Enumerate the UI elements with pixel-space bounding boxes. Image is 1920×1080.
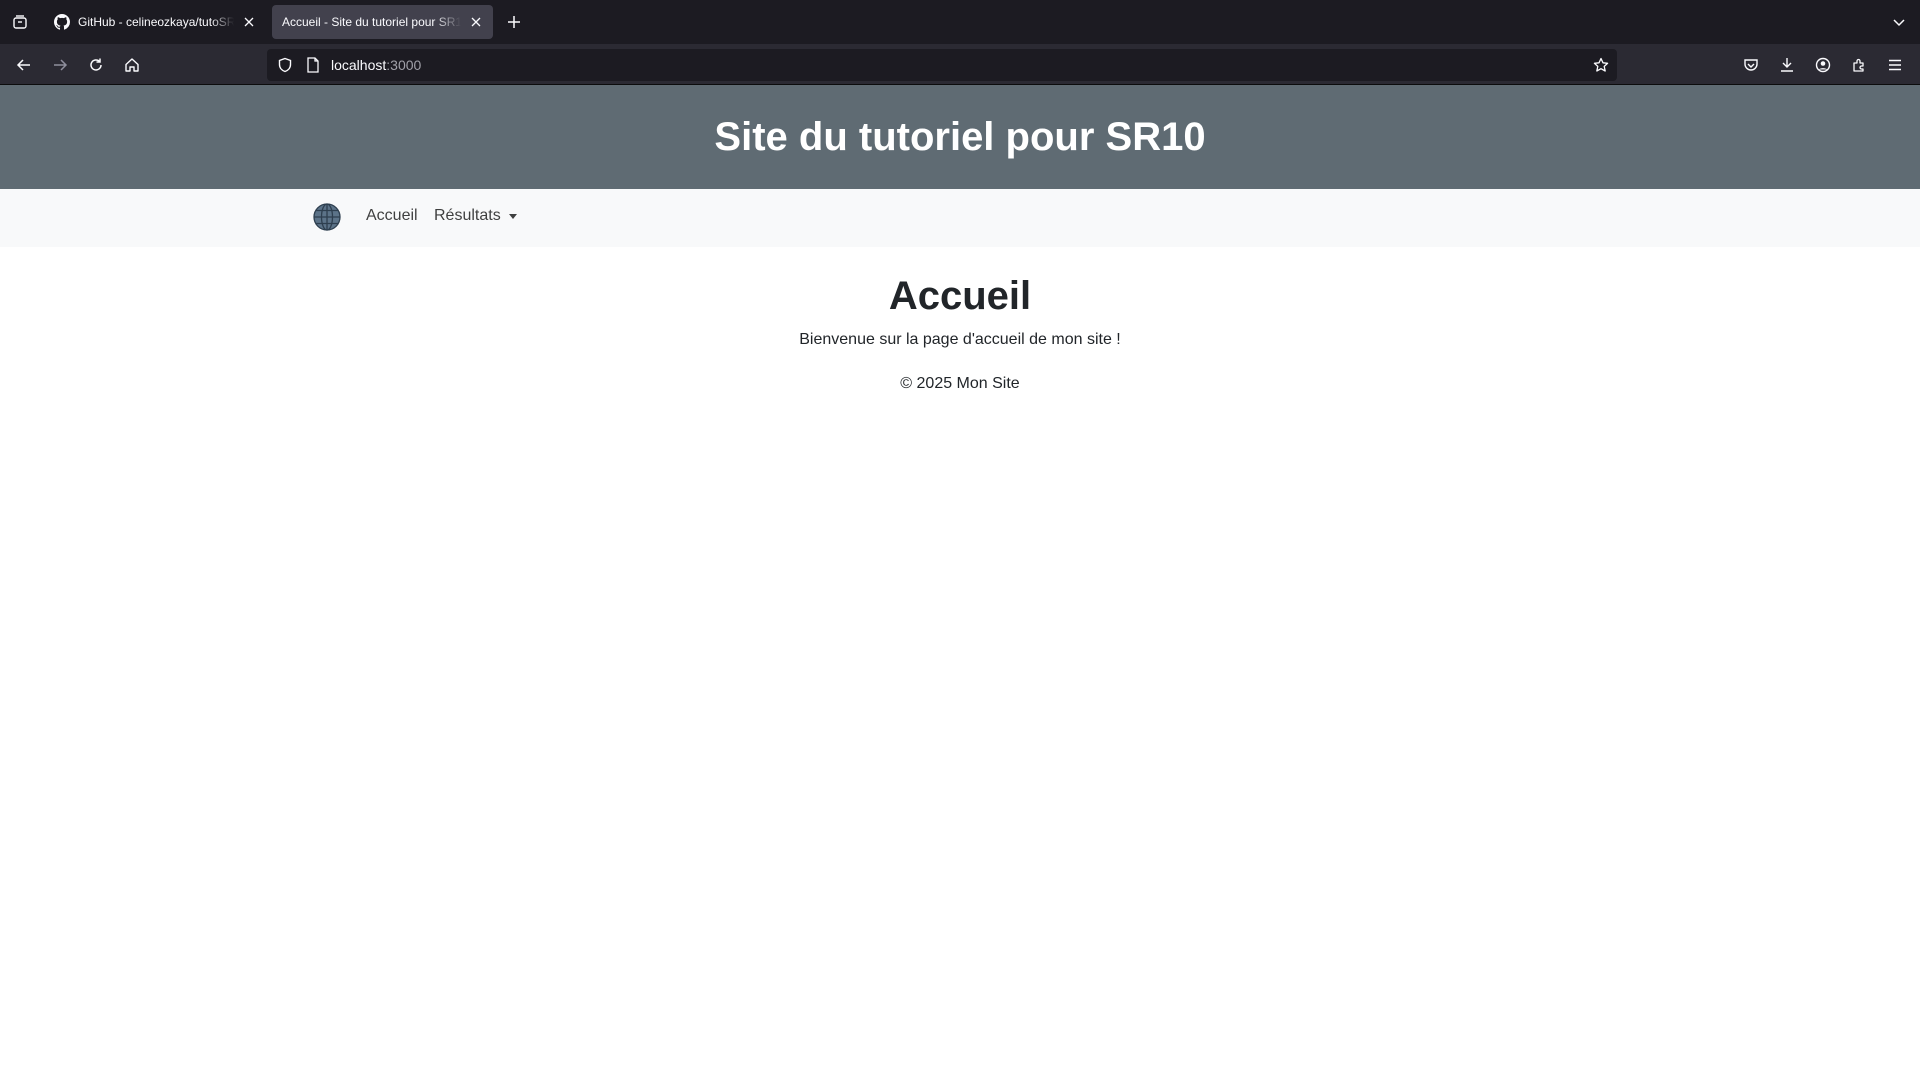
star-icon[interactable] [1589,53,1613,77]
tab-title: Accueil - Site du tutoriel pour SR10 [282,15,461,29]
home-icon[interactable] [119,52,145,78]
firefox-view-icon[interactable] [8,10,32,34]
site-footer: © 2025 Mon Site [900,375,1020,392]
nav-link-accueil[interactable]: Accueil [366,207,418,225]
close-icon[interactable] [240,13,258,31]
welcome-text: Bienvenue sur la page d'accueil de mon s… [799,331,1121,348]
page-heading: Accueil [888,274,1032,318]
browser-tab-accueil[interactable]: Accueil - Site du tutoriel pour SR10 [272,5,493,39]
browser-toolbar: localhost:3000 [0,44,1920,85]
menu-icon[interactable] [1882,52,1908,78]
globe-icon[interactable] [312,202,342,232]
site-navbar: Accueil Résultats [0,189,1920,247]
browser-tab-github[interactable]: GitHub - celineozkaya/tutoSR10 [44,5,266,39]
site-header: Site du tutoriel pour SR10 [0,85,1920,189]
tab-title: GitHub - celineozkaya/tutoSR10 [78,15,234,29]
caret-down-icon [508,213,517,219]
main-content: Accueil Bienvenue sur la page d'accueil … [0,270,1920,352]
nav-dropdown-resultats[interactable]: Résultats [434,207,517,225]
url-text[interactable]: localhost:3000 [331,57,421,73]
close-icon[interactable] [467,13,485,31]
url-host: localhost [331,57,387,73]
browser-tab-strip: GitHub - celineozkaya/tutoSR10 Accueil -… [0,0,1920,44]
plus-icon[interactable] [503,11,525,33]
back-arrow-icon[interactable] [11,52,37,78]
site-title: Site du tutoriel pour SR10 [714,114,1206,159]
shield-icon[interactable] [275,57,295,73]
pocket-icon[interactable] [1738,52,1764,78]
reload-icon[interactable] [83,52,109,78]
url-bar[interactable]: localhost:3000 [267,49,1617,81]
page-icon[interactable] [305,57,321,73]
nav-dropdown-label: Résultats [434,207,501,224]
url-port: :3000 [386,57,422,73]
forward-arrow-icon[interactable] [47,52,73,78]
extensions-icon[interactable] [1846,52,1872,78]
download-icon[interactable] [1774,52,1800,78]
github-icon [54,14,70,30]
chevron-down-icon[interactable] [1888,11,1910,33]
account-icon[interactable] [1810,52,1836,78]
